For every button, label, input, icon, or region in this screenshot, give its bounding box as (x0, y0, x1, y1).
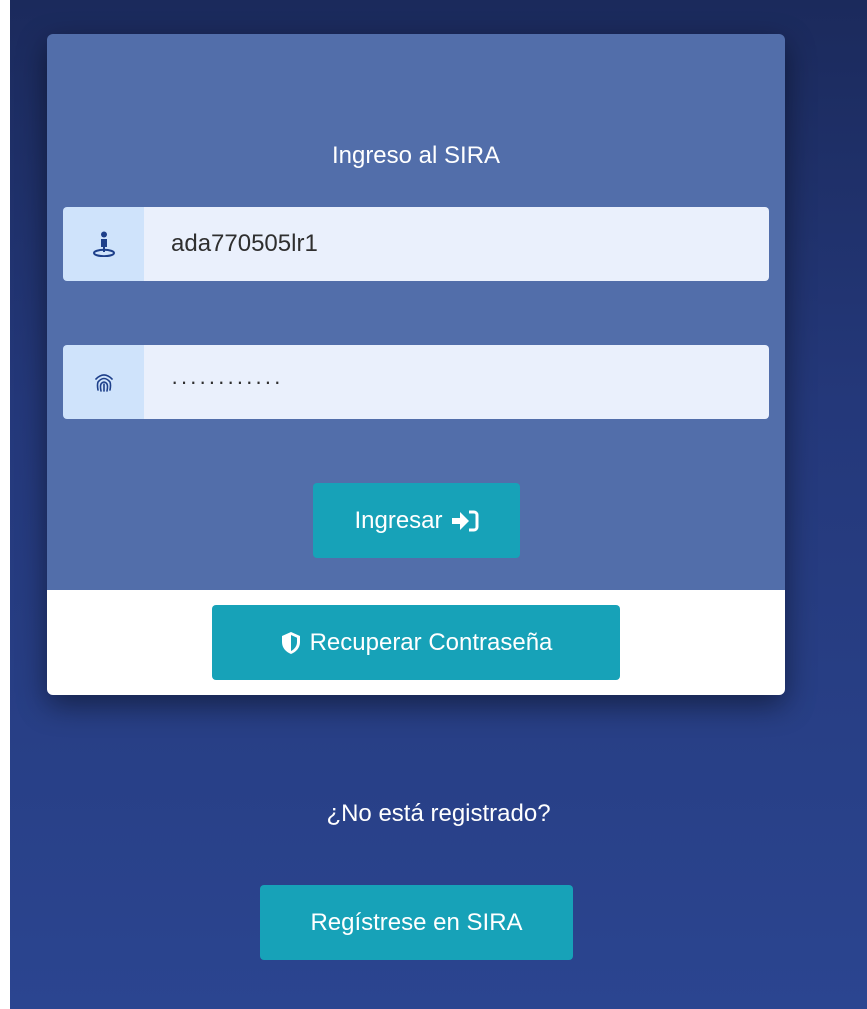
username-field (63, 207, 769, 281)
shield-icon (280, 631, 302, 655)
user-location-icon (92, 231, 116, 257)
password-field (63, 345, 769, 419)
username-input[interactable] (144, 207, 769, 281)
password-addon (63, 345, 144, 419)
register-button[interactable]: Regístrese en SIRA (260, 885, 573, 960)
register-button-label: Regístrese en SIRA (310, 908, 523, 936)
login-title: Ingreso al SIRA (331, 142, 501, 169)
recover-password-label: Recuperar Contraseña (309, 628, 553, 656)
sign-in-icon (451, 510, 479, 532)
login-card: Ingreso al SIRA ada770505lr1 ···········… (47, 34, 785, 695)
password-input[interactable] (144, 345, 769, 419)
login-button-label: Ingresar (354, 506, 443, 534)
username-addon (63, 207, 144, 281)
not-registered-text: ¿No está registrado? (326, 800, 551, 827)
login-button[interactable]: Ingresar (313, 483, 520, 558)
fingerprint-icon (93, 371, 115, 393)
recover-password-button[interactable]: Recuperar Contraseña (212, 605, 620, 680)
